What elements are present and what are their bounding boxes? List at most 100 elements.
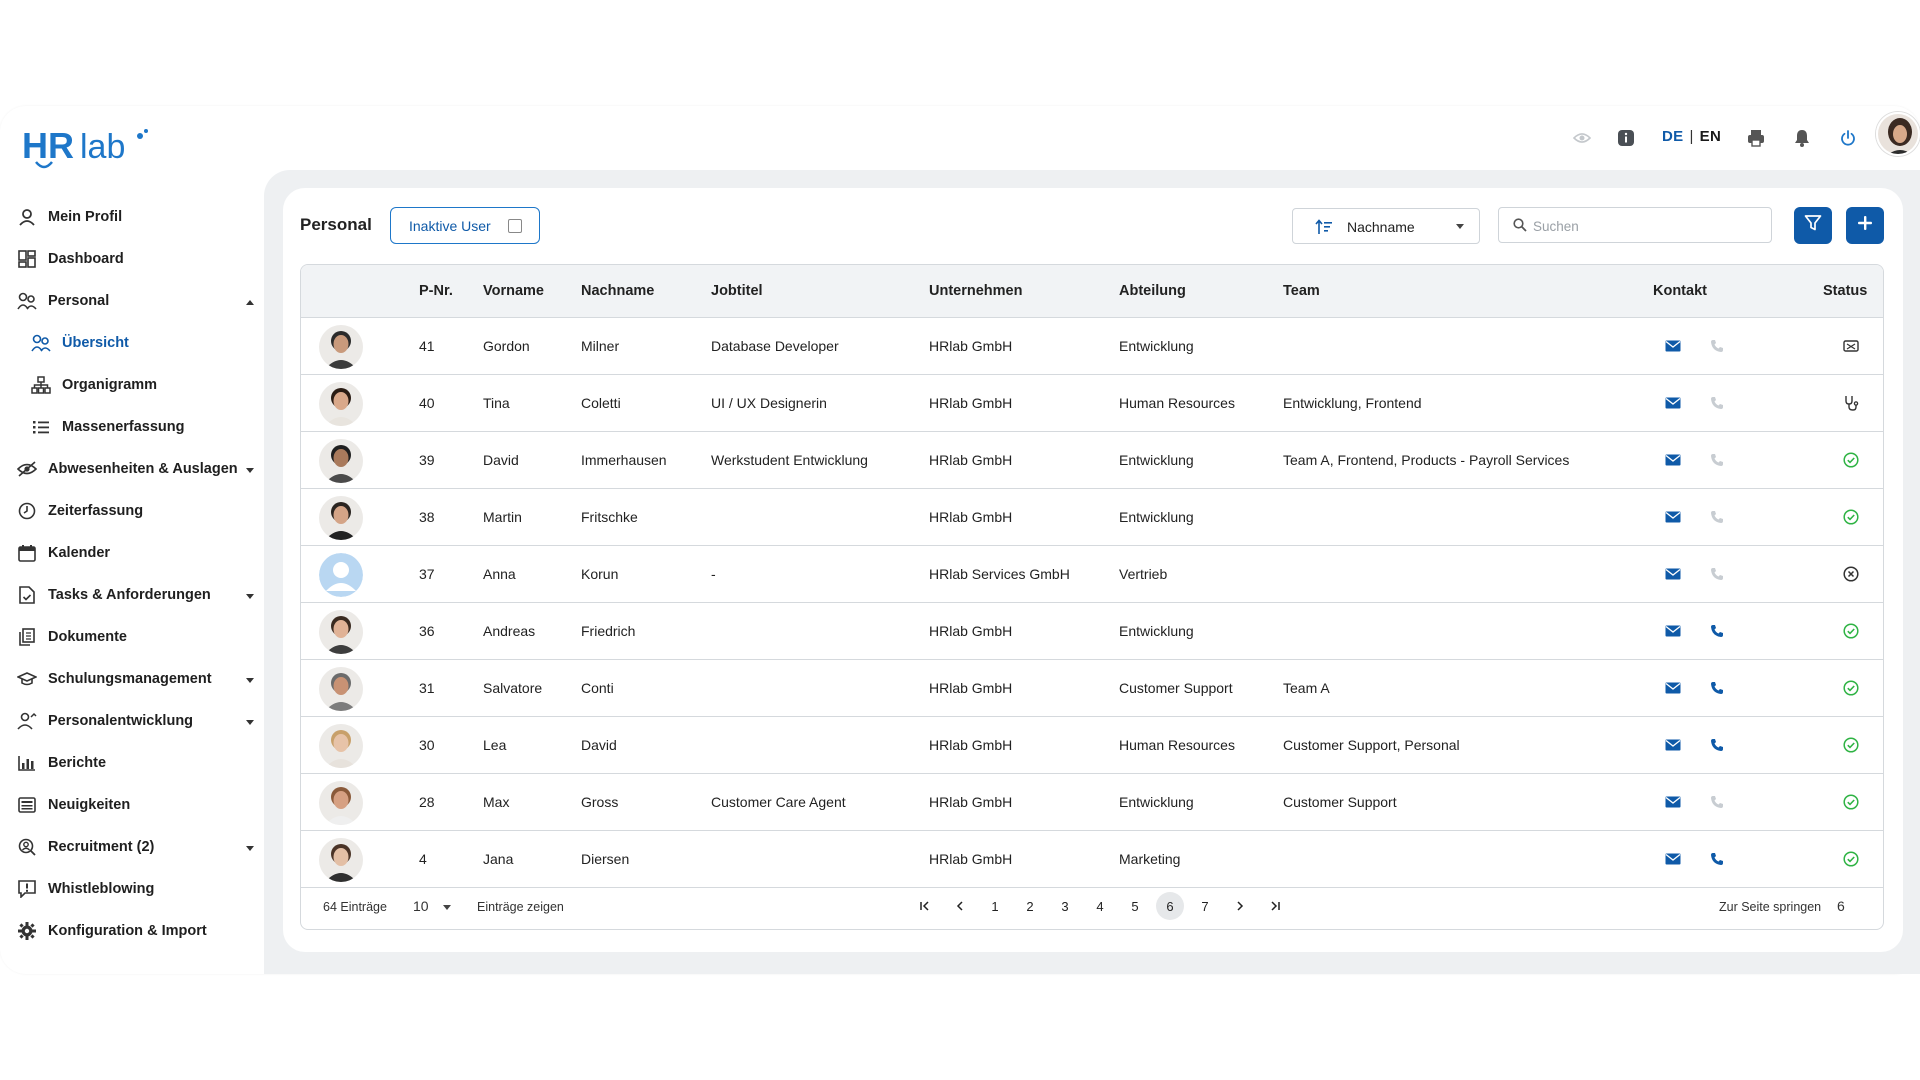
table-row[interactable]: 4 Jana Diersen HRlab GmbH Marketing [301,831,1883,888]
page-button[interactable]: 1 [981,892,1009,920]
sidebar-item-kalender[interactable]: Kalender [16,538,110,568]
page-button-current[interactable]: 6 [1156,892,1184,920]
phone-icon[interactable] [1707,735,1727,755]
table-row[interactable]: 36 Andreas Friedrich HRlab GmbH Entwicklung [301,603,1883,660]
sidebar-item-whistleblowing[interactable]: Whistleblowing [16,874,154,904]
email-icon[interactable] [1663,507,1683,527]
eye-icon[interactable] [1572,128,1592,148]
avatar[interactable] [319,838,363,882]
power-icon[interactable] [1838,128,1858,148]
lang-de[interactable]: DE [1662,128,1683,145]
sidebar-item-recruitment[interactable]: Recruitment (2) [16,832,154,862]
column-header-unternehmen[interactable]: Unternehmen [929,283,1022,299]
print-icon[interactable] [1746,128,1766,148]
table-row[interactable]: 39 David Immerhausen Werkstudent Entwicklun… [301,432,1883,489]
jump-to-page-input[interactable]: 6 [1837,898,1845,914]
column-header-jobtitel[interactable]: Jobtitel [711,283,763,299]
column-header-pnr[interactable]: P-Nr. [419,283,453,299]
sidebar-item-neuigkeiten[interactable]: Neuigkeiten [16,790,130,820]
sidebar-item-schulungsmanagement[interactable]: Schulungsmanagement [16,664,212,694]
phone-icon[interactable] [1707,849,1727,869]
hrlab-logo[interactable]: HR lab [22,122,152,170]
page-button[interactable]: 3 [1051,892,1079,920]
sidebar-item-personal[interactable]: Personal [16,286,109,316]
email-icon[interactable] [1663,678,1683,698]
bell-icon[interactable] [1792,128,1812,148]
email-icon[interactable] [1663,393,1683,413]
sidebar-item-massenerfassung[interactable]: Massenerfassung [30,412,185,442]
avatar[interactable] [319,439,363,483]
table-header: P-Nr. Vorname Nachname Jobtitel Unterneh… [301,265,1883,318]
avatar[interactable] [319,667,363,711]
column-header-abteilung[interactable]: Abteilung [1119,283,1186,299]
avatar[interactable] [319,382,363,426]
sidebar-item-mein-profil[interactable]: Mein Profil [16,202,122,232]
first-page-icon[interactable] [911,892,939,920]
sidebar-item-dokumente[interactable]: Dokumente [16,622,127,652]
chevron-up-icon[interactable] [246,300,254,305]
column-header-vorname[interactable]: Vorname [483,283,544,299]
page-button[interactable]: 7 [1191,892,1219,920]
column-header-team[interactable]: Team [1283,283,1320,299]
table-row[interactable]: 38 Martin Fritschke HRlab GmbH Entwicklung [301,489,1883,546]
avatar[interactable] [319,325,363,369]
sidebar-item-zeiterfassung[interactable]: Zeiterfassung [16,496,143,526]
page-button[interactable]: 2 [1016,892,1044,920]
table-row[interactable]: 37 Anna Korun - HRlab Services GmbH Vertrieb [301,546,1883,603]
page-button[interactable]: 4 [1086,892,1114,920]
chevron-down-icon[interactable] [246,468,254,473]
user-avatar[interactable] [1876,112,1920,156]
email-icon[interactable] [1663,336,1683,356]
chevron-down-icon[interactable] [246,678,254,683]
chevron-down-icon[interactable] [246,720,254,725]
search-input[interactable] [1533,216,1763,236]
table-row[interactable]: 30 Lea David HRlab GmbH Human Resources Custo… [301,717,1883,774]
phone-icon[interactable] [1707,621,1727,641]
filter-button[interactable] [1794,207,1832,244]
sidebar-item-uebersicht[interactable]: Übersicht [30,328,129,358]
sidebar-item-abwesenheiten[interactable]: Abwesenheiten & Auslagen [16,454,238,484]
sidebar-item-tasks[interactable]: Tasks & Anforderungen [16,580,211,610]
language-switch[interactable]: DE | EN [1662,128,1721,145]
table-row[interactable]: 40 Tina Coletti UI / UX Designerin HRlab Gmb… [301,375,1883,432]
avatar[interactable] [319,781,363,825]
sidebar-item-berichte[interactable]: Berichte [16,748,106,778]
phone-icon[interactable] [1707,678,1727,698]
email-icon[interactable] [1663,621,1683,641]
email-icon[interactable] [1663,735,1683,755]
chevron-down-icon[interactable] [246,594,254,599]
table-row[interactable]: 31 Salvatore Conti HRlab GmbH Customer Suppo… [301,660,1883,717]
sidebar-item-dashboard[interactable]: Dashboard [16,244,124,274]
email-icon[interactable] [1663,450,1683,470]
avatar[interactable] [319,553,363,597]
page-button[interactable]: 5 [1121,892,1149,920]
avatar[interactable] [319,496,363,540]
email-icon[interactable] [1663,849,1683,869]
table-row[interactable]: 41 Gordon Milner Database Developer HRlab Gm… [301,318,1883,375]
info-icon[interactable] [1616,128,1636,148]
documents-icon [16,626,38,648]
table-row[interactable]: 28 Max Gross Customer Care Agent HRlab GmbH E… [301,774,1883,831]
sidebar-item-label: Neuigkeiten [48,797,131,813]
avatar[interactable] [319,610,363,654]
chevron-down-icon[interactable] [443,905,451,910]
email-icon[interactable] [1663,792,1683,812]
avatar[interactable] [319,724,363,768]
next-page-icon[interactable] [1226,892,1254,920]
column-header-nachname[interactable]: Nachname [581,283,654,299]
add-user-button[interactable] [1846,207,1884,244]
search-field[interactable] [1498,207,1772,243]
sidebar-item-konfiguration[interactable]: Konfiguration & Import [16,916,207,946]
sidebar-item-personalentwicklung[interactable]: Personalentwicklung [16,706,193,736]
sort-select[interactable]: Nachname [1292,208,1480,244]
inactive-users-checkbox[interactable] [508,219,522,233]
email-icon[interactable] [1663,564,1683,584]
sidebar-item-organigramm[interactable]: Organigramm [30,370,157,400]
lang-en[interactable]: EN [1700,128,1721,145]
chevron-down-icon[interactable] [246,846,254,851]
inactive-users-toggle[interactable]: Inaktive User [390,207,540,244]
last-page-icon[interactable] [1261,892,1289,920]
prev-page-icon[interactable] [946,892,974,920]
page-size-select[interactable]: 10 [413,898,429,914]
cell-team: Team A, Frontend, Products - Payroll Ser… [1283,452,1570,468]
